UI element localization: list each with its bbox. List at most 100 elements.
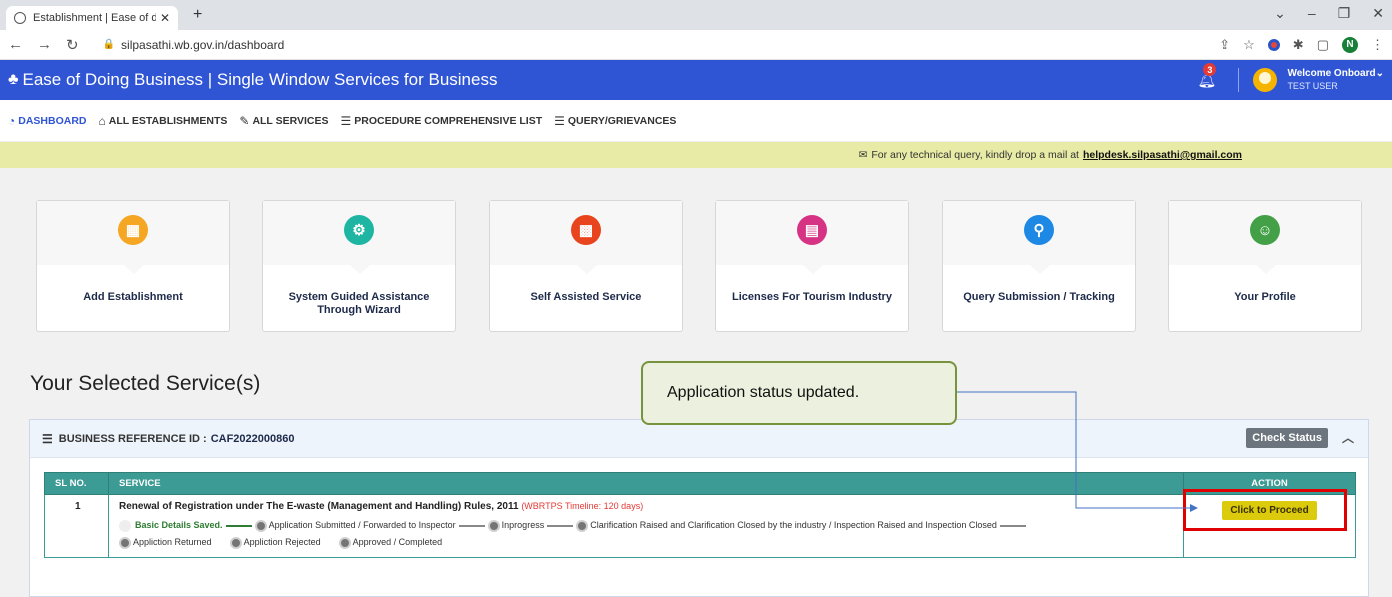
top-nav: ◔ DASHBOARD ⌂ ALL ESTABLISHMENTS ✎ ALL S… [0,100,1392,142]
nav-query-grievances-label: QUERY/GRIEVANCES [567,114,677,127]
table-row: 1 Renewal of Registration under The E-wa… [44,494,1356,558]
step-label: Approved / Completed [352,537,443,547]
step-marker [338,536,351,549]
selected-services-title: Your Selected Service(s) [30,372,261,395]
card-label: Self Assisted Service [530,291,642,303]
card-query-submission[interactable]: ⚲ Query Submission / Tracking [942,200,1136,332]
card-label: Query Submission / Tracking [963,291,1115,303]
notice-strip: ✉ For any technical query, kindly drop a… [0,142,1392,168]
column-header: SERVICE [108,472,1184,495]
list-icon: ☰ [554,113,565,128]
nav-all-establishments-label: ALL ESTABLISHMENTS [108,114,228,127]
nav-procedure-list-label: PROCEDURE COMPREHENSIVE LIST [354,114,543,127]
card-tourism-licenses[interactable]: ▤ Licenses For Tourism Industry [715,200,909,332]
app-title-text: Ease of Doing Business | Single Window S… [22,70,498,89]
globe-icon [14,12,26,24]
service-title: Renewal of Registration under The E-wast… [119,501,519,512]
row-serial: 1 [44,494,109,558]
restore-icon[interactable]: ❐ [1338,5,1351,22]
chevron-down-icon[interactable]: ⌄ [1274,5,1286,22]
step-marker [487,519,500,532]
business-reference-panel: ☰ BUSINESS REFERENCE ID : CAF2022000860 … [29,419,1369,597]
nav-all-services[interactable]: ✎ ALL SERVICES [239,114,328,128]
list-icon: ☰ [340,113,352,128]
extensions: ⇪ ☆ ✱ ▢ N ⋮ [1219,36,1384,53]
gear-icon: ⚙ [344,215,374,245]
brand-icon: ♣ [8,71,19,88]
search-icon: ⚲ [1024,215,1054,245]
dashboard-icon: ◔ [8,113,16,128]
nav-procedure-list[interactable]: ☰ PROCEDURE COMPREHENSIVE LIST [341,114,543,128]
window-controls: ⌄ – ❐ ✕ [1274,5,1384,22]
browser-tabbar: Establishment | Ease of doing bu ✕ + ⌄ –… [0,0,1392,30]
profile-avatar[interactable]: N [1342,36,1358,53]
chevron-up-icon[interactable]: ︿ [1342,429,1354,446]
service-name: Renewal of Registration under The E-wast… [119,501,1173,512]
building-icon: ▦ [118,215,148,245]
step-marker [254,519,267,532]
card-add-establishment[interactable]: ▦ Add Establishment [36,200,230,332]
nav-query-grievances[interactable]: ☰ QUERY/GRIEVANCES [554,114,676,128]
license-icon: ▤ [797,215,827,245]
notice-text: For any technical query, kindly drop a m… [871,149,1079,161]
browser-tab[interactable]: Establishment | Ease of doing bu ✕ [6,6,178,30]
step-label: Appliction Rejected [243,537,321,547]
panel-header[interactable]: ☰ BUSINESS REFERENCE ID : CAF2022000860 … [30,420,1368,458]
user-avatar[interactable] [1253,68,1278,92]
app-header: ♣ Ease of Doing Business | Single Window… [0,60,1392,100]
share-icon[interactable]: ⇪ [1219,37,1230,53]
step-label: Inprogress [501,520,545,530]
record-extension-icon[interactable] [1267,38,1280,51]
helpdesk-email-link[interactable]: helpdesk.silpasathi@gmail.com [1083,149,1242,161]
address-bar: ← → ↻ 🔒 silpasathi.wb.gov.in/dashboard ⇪… [0,30,1392,60]
column-header: SL NO. [44,472,109,495]
tab-title: Establishment | Ease of doing bu [33,12,156,24]
list-icon: ☰ [42,431,53,446]
sidepanel-icon[interactable]: ▢ [1317,37,1329,53]
puzzle-icon[interactable]: ✱ [1293,37,1304,53]
notification-bell[interactable]: 🔔︎ 3 [1197,63,1216,89]
lock-icon[interactable]: 🔒 [103,39,115,50]
welcome-text: Welcome Onboard [1287,68,1376,79]
profile-icon: ☺ [1250,215,1280,245]
close-tab-icon[interactable]: ✕ [160,11,170,25]
card-label: Licenses For Tourism Industry [732,291,892,303]
minimize-icon[interactable]: – [1308,5,1316,22]
user-menu[interactable]: Welcome Onboard⌄ TEST USER [1287,68,1392,92]
table-header-row: SL NO. SERVICE ACTION [44,472,1356,495]
forward-icon[interactable]: → [37,36,52,53]
service-cell: Renewal of Registration under The E-wast… [108,494,1184,558]
step-marker [229,536,242,549]
wrench-icon: ✎ [239,113,250,128]
step-label: Clarification Raised and Clarification C… [590,520,997,530]
step-marker [119,536,131,549]
card-your-profile[interactable]: ☺ Your Profile [1168,200,1362,332]
app-title[interactable]: ♣ Ease of Doing Business | Single Window… [8,70,1197,90]
header-divider [1238,68,1240,92]
new-tab-button[interactable]: + [193,6,202,24]
status-callout: Application status updated. [641,361,957,425]
card-guided-assistance[interactable]: ⚙ System Guided Assistance Through Wizar… [262,200,456,332]
step-marker [119,519,131,532]
nav-all-establishments[interactable]: ⌂ ALL ESTABLISHMENTS [99,114,228,128]
check-status-button[interactable]: Check Status [1246,428,1328,448]
reference-id: CAF2022000860 [210,432,295,445]
grid-icon: ▩ [571,215,601,245]
menu-icon[interactable]: ⋮ [1371,37,1384,53]
dashboard-main: ▦ Add Establishment ⚙ System Guided Assi… [0,168,1392,597]
status-tracker: Basic Details Saved. Application Submitte… [119,517,1173,551]
card-self-assisted[interactable]: ▩ Self Assisted Service [489,200,683,332]
star-icon[interactable]: ☆ [1243,37,1255,53]
service-timeline: (WBRTPS Timeline: 120 days) [521,501,644,511]
nav-dashboard-label: DASHBOARD [18,114,87,127]
user-name: TEST USER [1287,81,1338,91]
nav-dashboard[interactable]: ◔ DASHBOARD [8,114,87,128]
url-field[interactable]: silpasathi.wb.gov.in/dashboard [121,38,1219,52]
building-icon: ⌂ [98,113,106,128]
close-icon[interactable]: ✕ [1372,5,1384,22]
card-label: Your Profile [1234,291,1296,303]
step-label: Appliction Returned [133,537,212,547]
back-icon[interactable]: ← [8,36,23,53]
reload-icon[interactable]: ↻ [66,36,79,54]
nav-all-services-label: ALL SERVICES [252,114,329,127]
